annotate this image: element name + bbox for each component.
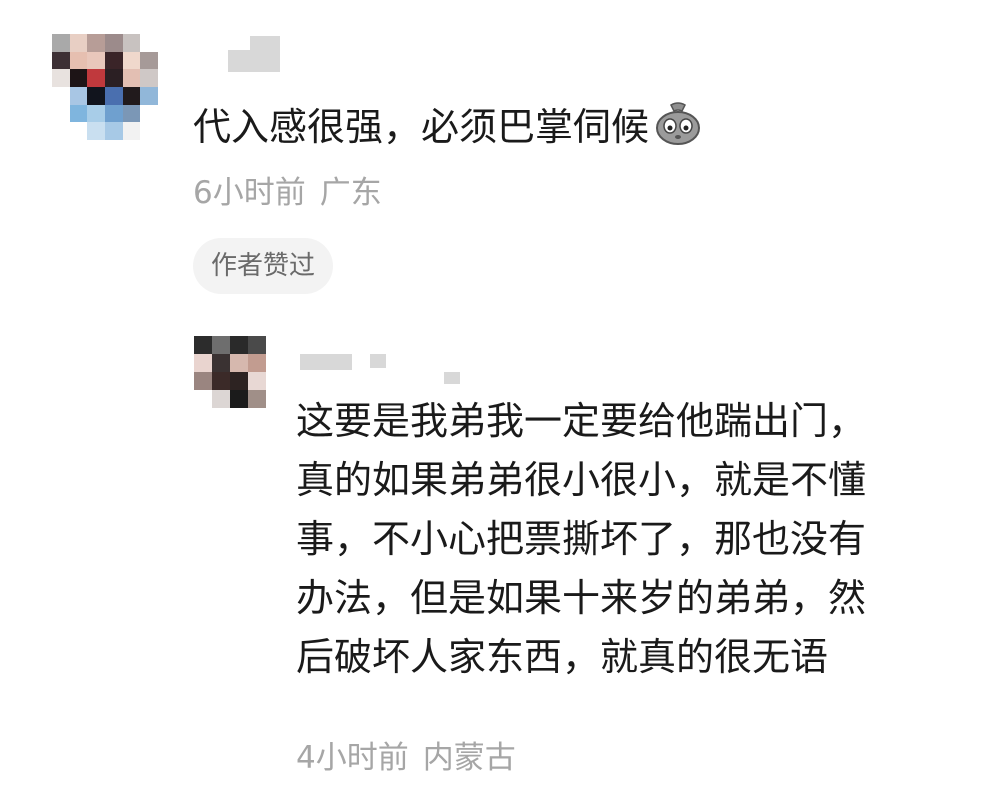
reply-line: 办法，但是如果十来岁的弟弟，然 [296,576,867,620]
avatar-mosaic-pixel [122,69,141,87]
avatar-mosaic-pixel [140,122,158,140]
avatar-mosaic-pixel [140,86,158,105]
replier-username-blurred[interactable] [300,348,460,384]
avatar-mosaic-pixel [87,104,105,123]
avatar-mosaic-pixel [52,69,70,87]
reply-time: 4小时前 [296,740,409,776]
avatar-mosaic-pixel [230,354,248,372]
avatar-mosaic-pixel [248,336,266,354]
reply-line: 事，不小心把票撕坏了，那也没有 [296,517,867,561]
comment-location: 广东 [319,175,382,211]
avatar-mosaic-pixel [194,390,212,408]
avatar-mosaic-pixel [69,34,88,52]
avatar-mosaic-pixel [248,372,266,390]
reply-line: 后破坏人家东西，就真的很无语 [296,635,829,679]
avatar-mosaic-pixel [212,372,230,390]
comment-time: 6小时前 [193,175,306,211]
commenter-avatar[interactable] [52,34,158,140]
avatar-mosaic-pixel [69,122,88,140]
replier-avatar[interactable] [194,336,266,408]
avatar-mosaic-pixel [140,104,158,123]
avatar-mosaic-pixel [104,86,123,105]
avatar-mosaic-pixel [69,69,88,87]
avatar-mosaic-pixel [52,122,70,140]
avatar-mosaic-pixel [87,69,105,87]
avatar-mosaic-pixel [230,390,248,408]
reply-location: 内蒙古 [422,740,516,776]
avatar-mosaic-pixel [122,122,141,140]
comment-body: 代入感很强，必须巴掌伺候 [193,105,650,149]
avatar-mosaic-pixel [87,122,105,140]
avatar-mosaic-pixel [69,86,88,105]
sad-bag-emoji-icon [653,100,703,157]
author-liked-badge: 作者赞过 [193,238,334,294]
avatar-mosaic-pixel [230,336,248,354]
reply-line: 这要是我弟我一定要给他踹出门， [296,399,867,443]
avatar-mosaic-pixel [52,51,70,70]
avatar-mosaic-pixel [87,86,105,105]
avatar-mosaic-pixel [212,390,230,408]
avatar-mosaic-pixel [69,104,88,123]
avatar-mosaic-pixel [87,51,105,70]
avatar-mosaic-pixel [248,390,266,408]
reply-line: 真的如果弟弟很小很小，就是不懂 [296,458,867,502]
avatar-mosaic-pixel [212,354,230,372]
avatar-mosaic-pixel [122,34,141,52]
avatar-mosaic-pixel [140,34,158,52]
avatar-mosaic-pixel [194,336,212,354]
avatar-mosaic-pixel [248,354,266,372]
avatar-mosaic-pixel [104,104,123,123]
avatar-mosaic-pixel [52,104,70,123]
avatar-mosaic-pixel [122,51,141,70]
avatar-mosaic-pixel [140,51,158,70]
avatar-mosaic-pixel [104,69,123,87]
avatar-mosaic-pixel [122,104,141,123]
avatar-mosaic-pixel [104,51,123,70]
avatar-mosaic-pixel [104,34,123,52]
avatar-mosaic-pixel [140,69,158,87]
avatar-mosaic-pixel [194,372,212,390]
avatar-mosaic-pixel [87,34,105,52]
reply-meta: 4小时前 内蒙古 [296,732,516,777]
reply-text: 这要是我弟我一定要给他踹出门， 真的如果弟弟很小很小，就是不懂 事，不小心把票撕… [296,392,956,687]
avatar-mosaic-pixel [194,354,212,372]
avatar-mosaic-pixel [122,86,141,105]
comment-meta: 6小时前 广东 [193,167,382,212]
avatar-mosaic-pixel [212,336,230,354]
avatar-mosaic-pixel [230,372,248,390]
avatar-mosaic-pixel [104,122,123,140]
comment-text: 代入感很强，必须巴掌伺候 [193,100,703,157]
avatar-mosaic-pixel [52,34,70,52]
commenter-username-blurred[interactable] [228,36,280,72]
avatar-mosaic-pixel [52,86,70,105]
avatar-mosaic-pixel [69,51,88,70]
